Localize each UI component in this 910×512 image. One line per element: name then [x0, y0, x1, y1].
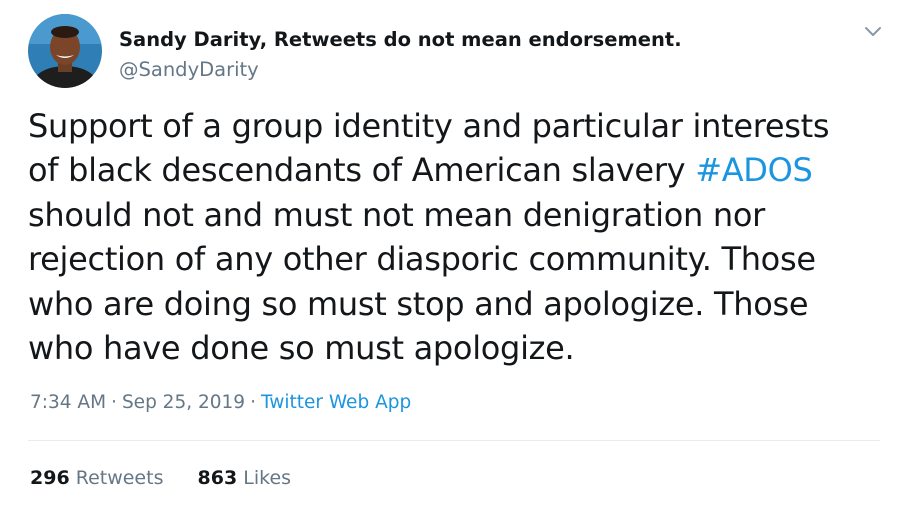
divider: [28, 440, 880, 441]
tweet-header: Sandy Darity, Retweets do not mean endor…: [28, 14, 888, 90]
tweet-text-fragment: of black descendants of American slavery: [28, 151, 696, 190]
tweet-menu-button[interactable]: [858, 16, 888, 46]
likes-label: Likes: [243, 467, 292, 489]
tweet-text: Support of a group identity and particul…: [28, 104, 900, 370]
user-handle[interactable]: @SandyDarity: [119, 57, 682, 83]
display-name[interactable]: Sandy Darity, Retweets do not mean endor…: [119, 28, 682, 52]
tweet-meta: 7:34 AM · Sep 25, 2019 · Twitter Web App: [30, 390, 411, 416]
retweets-count: 296: [30, 467, 70, 489]
tweet-time[interactable]: 7:34 AM: [30, 392, 106, 413]
likes-stat[interactable]: 863 Likes: [198, 465, 292, 491]
tweet-card: Sandy Darity, Retweets do not mean endor…: [0, 0, 910, 512]
chevron-down-icon: [865, 27, 881, 36]
tweet-text-line: of black descendants of American slavery…: [28, 148, 900, 192]
likes-count: 863: [197, 467, 238, 489]
tweet-date[interactable]: Sep 25, 2019: [122, 392, 245, 413]
tweet-text-line: rejection of any other diasporic communi…: [28, 240, 816, 279]
avatar-photo: [28, 14, 102, 88]
meta-separator: ·: [250, 392, 256, 413]
tweet-source-link[interactable]: Twitter Web App: [261, 392, 411, 413]
tweet-text-line: should not and must not mean denigration…: [28, 195, 766, 234]
meta-separator: ·: [111, 392, 117, 413]
tweet-stats: 296 Retweets 863 Likes: [30, 465, 291, 491]
hashtag-link[interactable]: #ADOS: [695, 151, 813, 189]
tweet-text-line: who are doing so must stop and apologize…: [28, 284, 809, 323]
user-names: Sandy Darity, Retweets do not mean endor…: [119, 28, 682, 83]
retweets-label: Retweets: [75, 467, 164, 489]
tweet-text-line: who have done so must apologize.: [28, 329, 575, 368]
avatar[interactable]: [28, 14, 102, 88]
retweets-stat[interactable]: 296 Retweets: [30, 465, 163, 491]
tweet-text-line: Support of a group identity and particul…: [28, 107, 830, 145]
